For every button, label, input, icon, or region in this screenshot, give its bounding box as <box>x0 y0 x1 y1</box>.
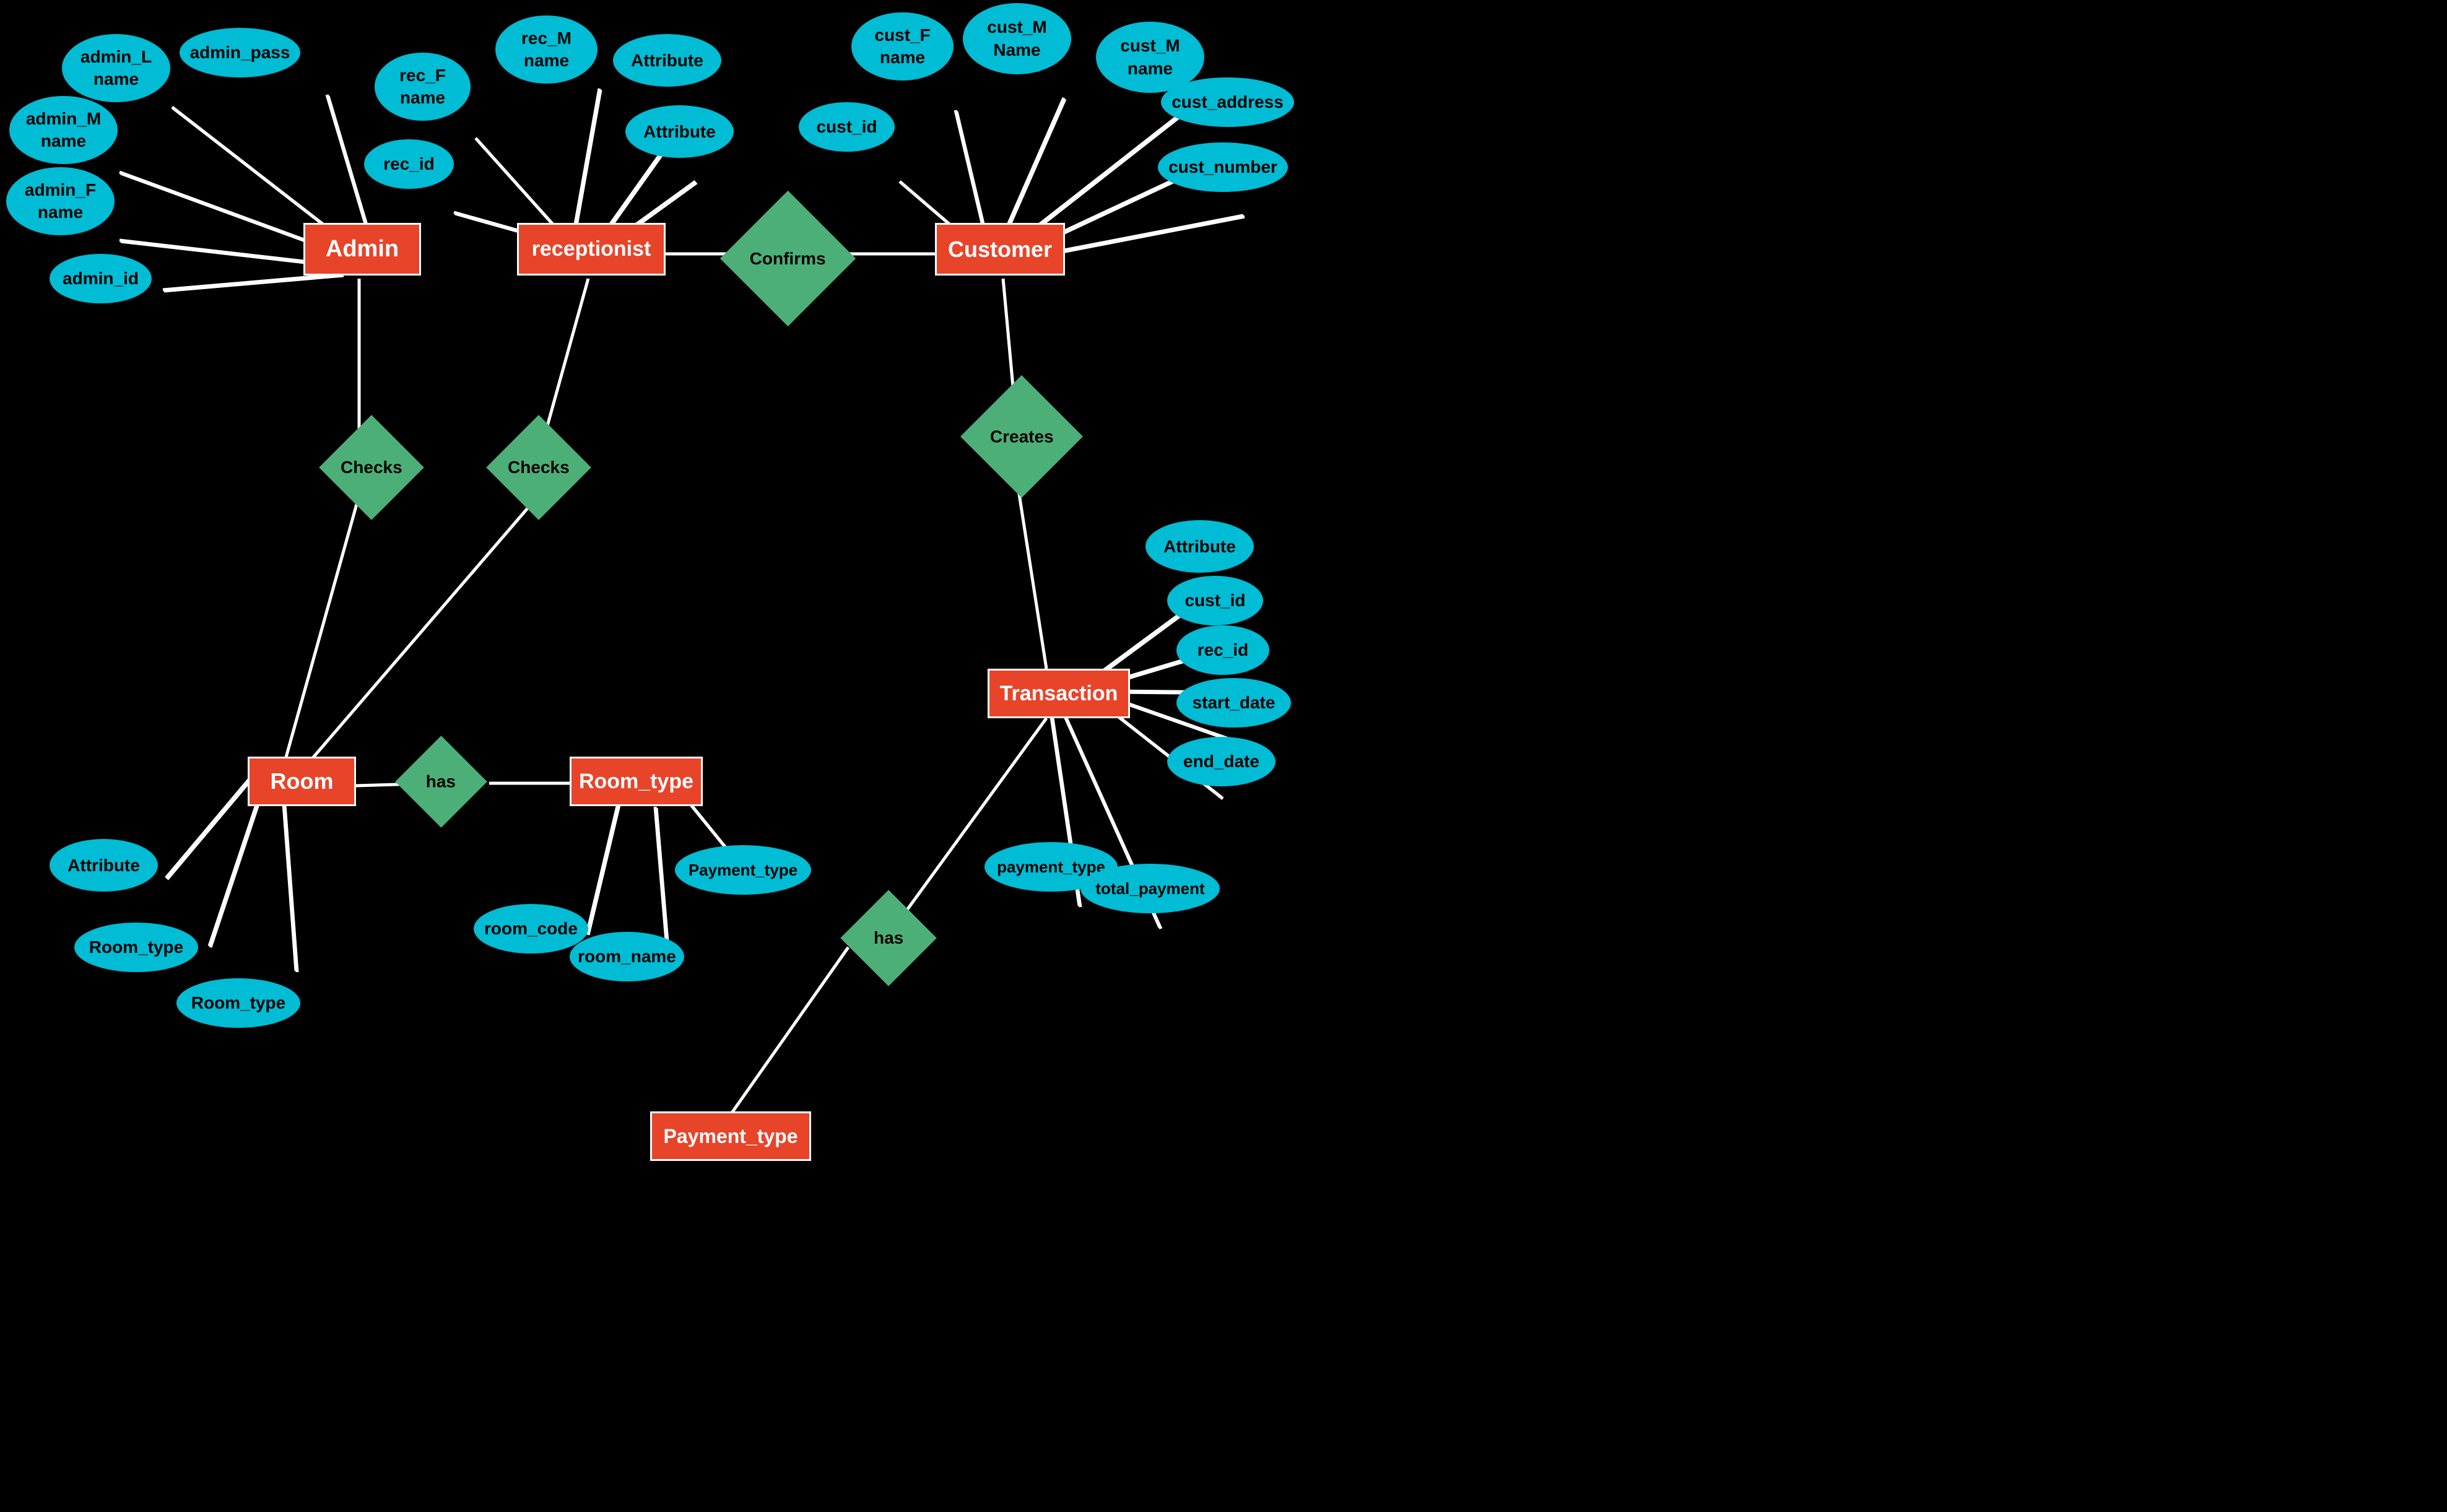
attr-end-date: end_date <box>1167 737 1276 786</box>
attr-cust-number: cust_number <box>1158 142 1288 192</box>
attr-admin-fname: admin_Fname <box>6 167 115 235</box>
attr-room-name: room_name <box>570 932 684 981</box>
attr-admin-lname: admin_Lname <box>62 34 170 102</box>
attr-start-date: start_date <box>1176 678 1291 728</box>
attr-room-type2: Room_type <box>176 978 300 1028</box>
attr-room-code: room_code <box>474 904 588 954</box>
attr-admin-id: admin_id <box>50 254 152 303</box>
attr-trans-attr: Attribute <box>1145 520 1254 573</box>
attr-admin-pass: admin_pass <box>180 28 300 77</box>
attr-rec-mname: rec_Mname <box>495 15 598 84</box>
attr-admin-mname: admin_Mname <box>9 96 118 164</box>
attr-rec-1: Attribute <box>613 34 721 87</box>
receptionist-entity: receptionist <box>517 223 666 276</box>
attr-room-attr: Attribute <box>50 839 158 892</box>
payment-type-entity: Payment_type <box>650 1111 811 1161</box>
attr-room-type1: Room_type <box>74 923 198 972</box>
attr-cust-mname1: cust_MName <box>963 3 1071 74</box>
attr-cust-address: cust_address <box>1161 77 1294 127</box>
admin-entity: Admin <box>303 223 421 276</box>
room-entity: Room <box>248 757 356 806</box>
attr-trans-recid: rec_id <box>1176 625 1269 675</box>
transaction-entity: Transaction <box>988 669 1130 718</box>
attr-rec-id: rec_id <box>364 139 454 189</box>
attr-rt-payment: Payment_type <box>675 845 811 895</box>
room-type-entity: Room_type <box>570 757 703 806</box>
customer-entity: Customer <box>935 223 1065 276</box>
attr-total-payment: total_payment <box>1080 864 1220 913</box>
attr-rec-fname: rec_Fname <box>375 53 471 121</box>
attr-rec-2: Attribute <box>625 105 734 158</box>
attr-cust-fname: cust_Fname <box>851 12 954 80</box>
attr-cust-id: cust_id <box>799 102 895 152</box>
attr-trans-custid: cust_id <box>1167 576 1263 625</box>
